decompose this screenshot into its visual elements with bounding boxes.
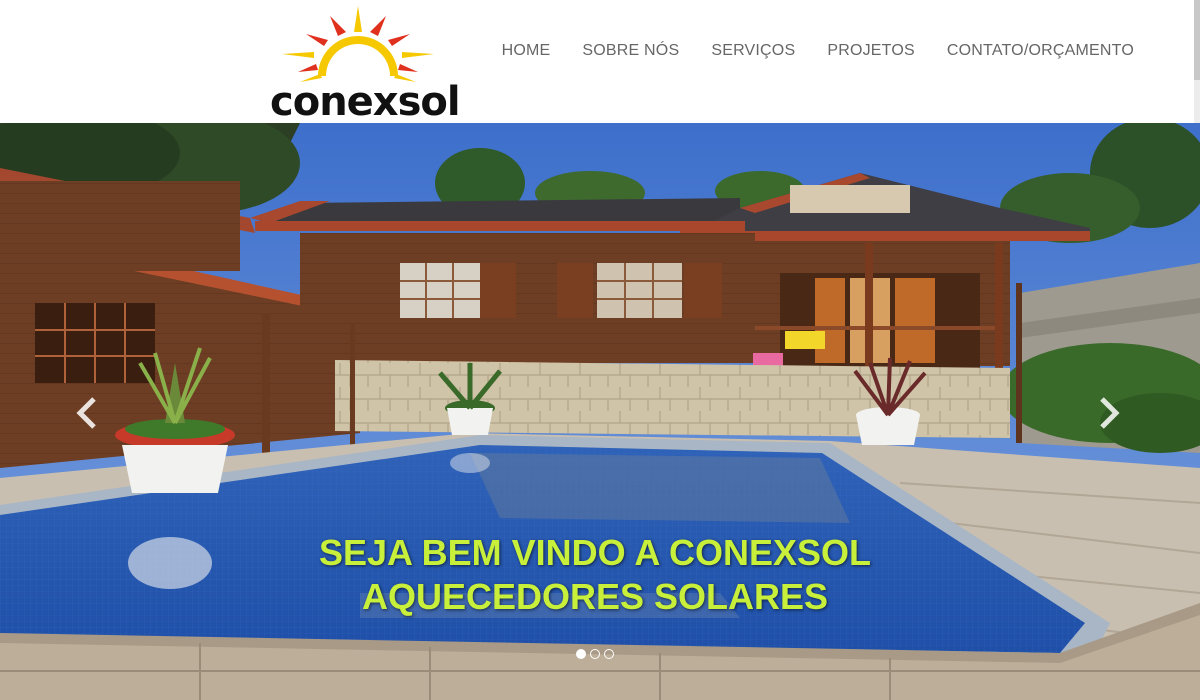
- nav-projetos[interactable]: PROJETOS: [827, 42, 915, 60]
- slide-dot-3[interactable]: [604, 649, 614, 659]
- nav-sobre-nos[interactable]: SOBRE NÓS: [582, 42, 679, 60]
- site-header: conexsol HOME SOBRE NÓS SERVIÇOS PROJETO…: [0, 0, 1200, 123]
- chevron-right-icon: [1100, 397, 1120, 429]
- chevron-left-icon: [76, 397, 96, 429]
- nav-servicos[interactable]: SERVIÇOS: [711, 42, 795, 60]
- slide-dot-2[interactable]: [590, 649, 600, 659]
- slider-prev-button[interactable]: [72, 393, 102, 433]
- scrollbar-thumb[interactable]: [1194, 0, 1200, 80]
- slider-next-button[interactable]: [1094, 393, 1124, 433]
- nav-home[interactable]: HOME: [502, 42, 551, 60]
- sun-icon: [282, 6, 434, 82]
- hero-caption: SEJA BEM VINDO A CONEXSOL AQUECEDORES SO…: [318, 532, 872, 617]
- slider-pagination: [576, 649, 614, 659]
- slide-dot-1[interactable]: [576, 649, 586, 659]
- logo-text: conexsol: [270, 79, 461, 125]
- main-nav: HOME SOBRE NÓS SERVIÇOS PROJETOS CONTATO…: [502, 42, 1134, 60]
- logo[interactable]: conexsol: [270, 4, 461, 125]
- page: conexsol HOME SOBRE NÓS SERVIÇOS PROJETO…: [0, 0, 1200, 700]
- scrollbar[interactable]: [1194, 0, 1200, 123]
- hero-slider: SEJA BEM VINDO A CONEXSOL AQUECEDORES SO…: [0, 123, 1200, 700]
- nav-contato-orcamento[interactable]: CONTATO/ORÇAMENTO: [947, 42, 1134, 60]
